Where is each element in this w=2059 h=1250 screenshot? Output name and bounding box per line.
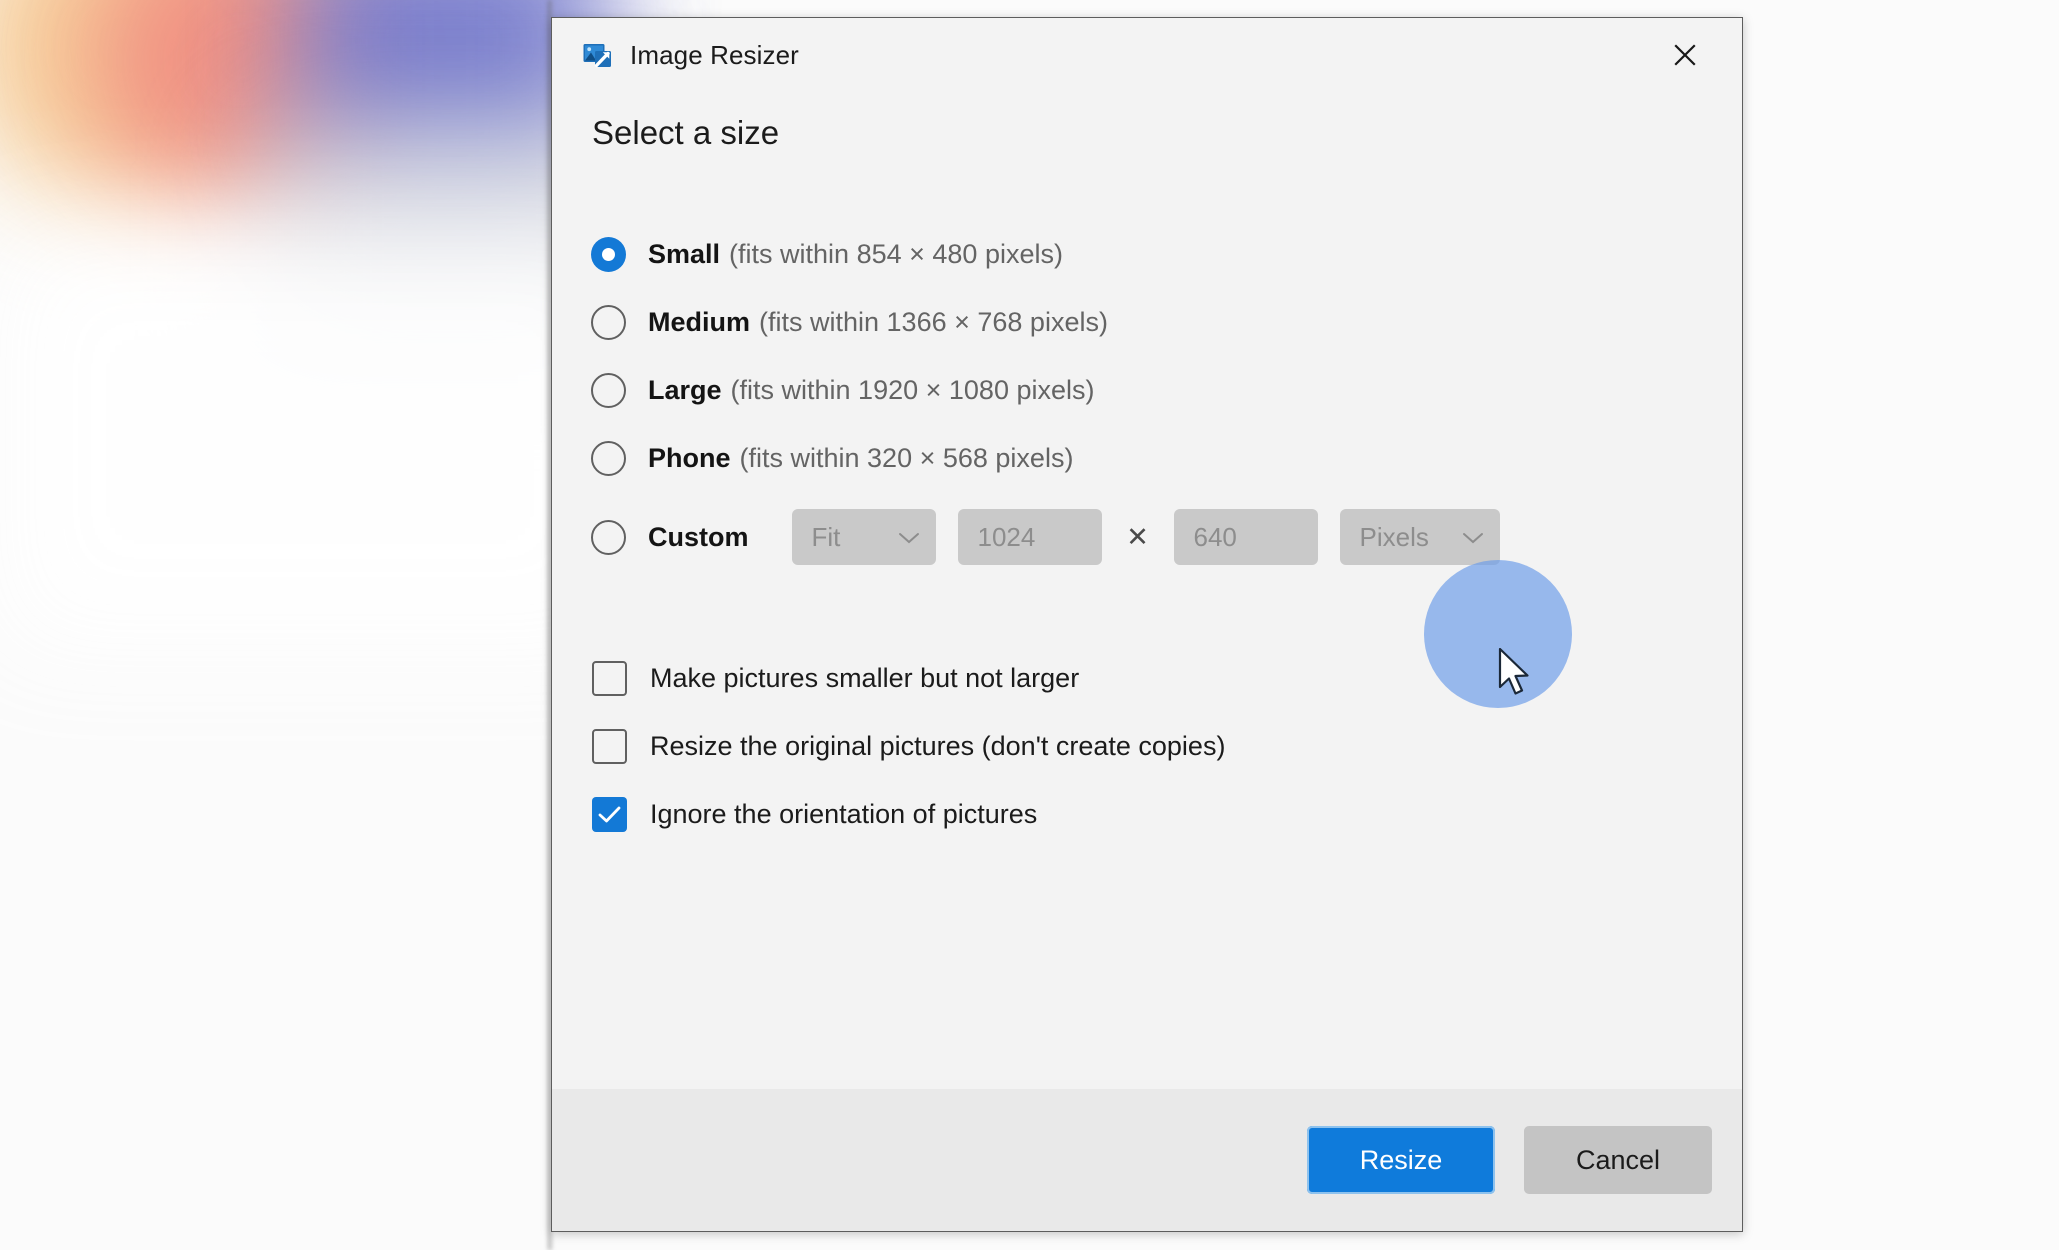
cancel-button[interactable]: Cancel — [1524, 1126, 1712, 1194]
size-option-label: Medium — [648, 306, 751, 337]
size-option-phone[interactable]: Phone (fits within 320 × 568 pixels) — [588, 424, 1706, 492]
size-option-hint: (fits within 320 × 568 pixels) — [739, 442, 1074, 473]
custom-width-input[interactable]: 1024 — [957, 509, 1102, 565]
size-option-hint: (fits within 1366 × 768 pixels) — [759, 306, 1108, 337]
page-title: Select a size — [592, 114, 780, 151]
size-option-small[interactable]: Small (fits within 854 × 480 pixels) — [588, 220, 1706, 288]
size-option-label: Phone — [648, 442, 731, 473]
custom-height-value: 640 — [1193, 521, 1237, 552]
size-option-medium[interactable]: Medium (fits within 1366 × 768 pixels) — [588, 288, 1706, 356]
dimension-separator-icon: ✕ — [1126, 521, 1149, 552]
image-resizer-dialog: Image Resizer Select a size Small (fits … — [551, 17, 1743, 1232]
checkbox-label: Ignore the orientation of pictures — [650, 798, 1038, 829]
radio-icon-large[interactable] — [591, 372, 626, 408]
checkbox-row-ignore-orientation[interactable]: Ignore the orientation of pictures — [588, 780, 1706, 848]
radio-icon-phone[interactable] — [591, 440, 626, 476]
custom-fit-dropdown[interactable]: Fit — [791, 509, 936, 565]
size-option-hint: (fits within 854 × 480 pixels) — [729, 238, 1063, 269]
options-checkbox-group: Make pictures smaller but not larger Res… — [588, 644, 1706, 848]
custom-height-input[interactable]: 640 — [1173, 509, 1318, 565]
size-option-custom[interactable]: Custom Fit 1024 ✕ 640 Pixels — [588, 496, 1706, 578]
size-option-hint: (fits within 1920 × 1080 pixels) — [730, 374, 1095, 405]
checkbox-label: Resize the original pictures (don't crea… — [650, 730, 1226, 761]
size-option-label: Small — [648, 238, 721, 269]
close-icon[interactable] — [1652, 31, 1718, 79]
custom-unit-value: Pixels — [1359, 521, 1429, 552]
size-option-large[interactable]: Large (fits within 1920 × 1080 pixels) — [588, 356, 1706, 424]
radio-icon-custom[interactable] — [591, 519, 626, 555]
dialog-body: Select a size Small (fits within 854 × 4… — [552, 92, 1742, 1089]
size-option-label: Custom — [648, 521, 749, 552]
chevron-down-icon — [896, 522, 922, 553]
dialog-footer: Resize Cancel — [552, 1089, 1742, 1231]
checkbox-icon-ignore-orientation[interactable] — [592, 796, 627, 832]
size-radio-group: Small (fits within 854 × 480 pixels) Med… — [588, 220, 1706, 578]
radio-icon-medium[interactable] — [591, 304, 626, 340]
custom-fit-value: Fit — [811, 521, 841, 552]
checkbox-row-smaller-not-larger[interactable]: Make pictures smaller but not larger — [588, 644, 1706, 712]
backdrop-blur-white — [0, 230, 640, 650]
dialog-titlebar[interactable]: Image Resizer — [552, 18, 1742, 92]
checkbox-icon-smaller-not-larger[interactable] — [592, 660, 627, 696]
checkbox-label: Make pictures smaller but not larger — [650, 662, 1080, 693]
custom-width-value: 1024 — [977, 521, 1036, 552]
resize-button[interactable]: Resize — [1307, 1126, 1495, 1194]
chevron-down-icon — [1460, 522, 1486, 553]
radio-icon-small[interactable] — [591, 236, 626, 272]
custom-unit-dropdown[interactable]: Pixels — [1339, 509, 1500, 565]
window-title: Image Resizer — [630, 39, 799, 70]
checkbox-row-resize-originals[interactable]: Resize the original pictures (don't crea… — [588, 712, 1706, 780]
checkbox-icon-resize-originals[interactable] — [592, 728, 627, 764]
image-resize-icon — [583, 41, 612, 70]
size-option-label: Large — [648, 374, 722, 405]
